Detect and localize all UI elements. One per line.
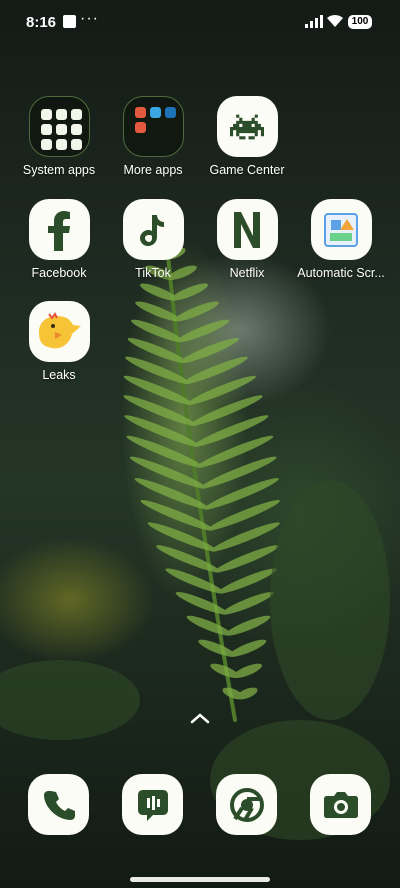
netflix-n-icon xyxy=(234,211,260,248)
chevron-up-icon[interactable] xyxy=(190,712,210,724)
app-tiktok[interactable]: TikTok xyxy=(106,199,200,280)
app-label: Netflix xyxy=(229,266,265,280)
chrome-icon xyxy=(229,787,264,822)
app-netflix[interactable]: Netflix xyxy=(200,199,294,280)
message-icon xyxy=(137,789,168,821)
app-automatic-screenshot[interactable]: Automatic Scr... xyxy=(294,199,388,280)
app-label: System apps xyxy=(22,163,96,177)
app-label: Game Center xyxy=(209,163,285,177)
notification-square-icon xyxy=(63,15,76,28)
app-game-center[interactable]: Game Center xyxy=(200,96,294,177)
folder-icon xyxy=(122,96,184,157)
folder-icon xyxy=(28,96,90,157)
status-bar: 8:16 ··· 100 xyxy=(0,0,400,44)
folder-more-apps[interactable]: More apps xyxy=(106,96,200,177)
home-indicator[interactable] xyxy=(130,877,270,882)
screenshot-icon xyxy=(324,212,358,247)
app-label: Automatic Scr... xyxy=(297,266,385,280)
dock-camera[interactable] xyxy=(310,774,371,835)
phone-icon xyxy=(43,790,75,820)
app-leaks[interactable]: Leaks xyxy=(12,301,106,382)
app-label: More apps xyxy=(123,163,183,177)
battery-indicator: 100 xyxy=(348,15,372,29)
wifi-icon xyxy=(327,14,343,27)
app-label: Facebook xyxy=(31,266,87,280)
dock-chrome[interactable] xyxy=(216,774,277,835)
app-label: Leaks xyxy=(42,368,76,382)
dock-messages[interactable] xyxy=(122,774,183,835)
status-time: 8:16 xyxy=(26,14,57,31)
chick-icon xyxy=(39,311,81,348)
facebook-icon xyxy=(48,210,70,251)
app-label: TikTok xyxy=(135,266,171,280)
more-notifications-icon: ··· xyxy=(80,10,99,27)
app-facebook[interactable]: Facebook xyxy=(12,199,106,280)
signal-icon xyxy=(305,15,323,28)
folder-system-apps[interactable]: System apps xyxy=(12,96,106,177)
camera-icon xyxy=(323,791,358,818)
space-invader-icon xyxy=(230,114,264,139)
music-note-icon xyxy=(140,214,164,246)
dock-phone[interactable] xyxy=(28,774,89,835)
